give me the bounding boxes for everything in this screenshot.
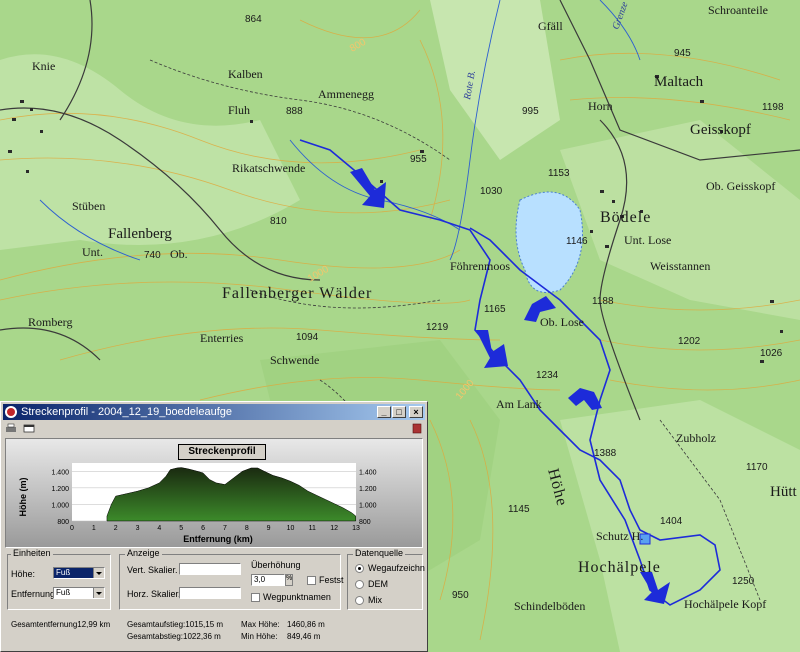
x-tick-label: 11 [309, 525, 316, 532]
einheiten-label: Einheiten [11, 548, 53, 558]
profile-panel: 1.400 1.200 1.000 800 1.400 1.200 1.000 800 0 1… [5, 438, 423, 548]
y-tick-label: 1.000 [51, 502, 69, 509]
x-tick-label: 13 [352, 525, 360, 532]
fest-checkbox[interactable] [307, 576, 316, 585]
y-tick-label: 1.400 [359, 469, 377, 476]
x-tick-label: 5 [179, 525, 183, 532]
y-tick-label: 800 [57, 519, 69, 526]
mix-label: Mix [368, 595, 382, 605]
chevron-down-icon[interactable] [93, 588, 104, 598]
vert-skalier-label: Vert. Skalier. [127, 565, 178, 575]
x-tick-label: 1 [92, 525, 96, 532]
vert-skalier-slider[interactable] [179, 563, 241, 575]
wegpunkt-checkbox[interactable] [251, 593, 260, 602]
datenquelle-label: Datenquelle [353, 548, 406, 558]
status-bar: Gesamtentfernung12,99 km Gesamtaufstieg:… [3, 612, 425, 650]
x-tick-label: 4 [157, 525, 161, 532]
hoehe-select[interactable]: Fuß [53, 567, 105, 579]
copy-icon[interactable] [23, 423, 35, 434]
percent-spin[interactable]: % [285, 574, 293, 586]
window-title: Streckenprofil - 2004_12_19_boedeleaufge [21, 406, 232, 418]
min-hoehe-value: 849,46 m [287, 632, 321, 641]
close-button[interactable]: × [409, 406, 423, 418]
x-tick-label: 8 [245, 525, 249, 532]
ueberhoehung-input[interactable]: 3,0 [251, 574, 285, 586]
mix-radio[interactable] [355, 596, 364, 605]
y-tick-label: 1.400 [51, 469, 69, 476]
x-axis-label: Entfernung (km) [183, 534, 253, 544]
toolbar [3, 422, 425, 436]
x-tick-label: 0 [70, 525, 74, 532]
chart-title: Streckenprofil [178, 444, 266, 460]
horz-skalier-label: Horz. Skalier. [127, 589, 181, 599]
dem-label: DEM [368, 579, 388, 589]
title-bar[interactable]: Streckenprofil - 2004_12_19_boedeleaufge… [3, 404, 425, 420]
fest-label: Festst [319, 575, 344, 585]
y-tick-label: 1.200 [51, 486, 69, 493]
anzeige-label: Anzeige [125, 548, 162, 558]
entfernung-select[interactable]: Fuß [53, 587, 105, 599]
x-tick-label: 10 [287, 525, 295, 532]
einheiten-group [7, 554, 111, 610]
book-icon[interactable] [411, 423, 423, 434]
y-axis-label: Höhe (m) [18, 478, 28, 517]
wegpunkt-label: Wegpunktnamen [263, 592, 331, 602]
dem-radio[interactable] [355, 580, 364, 589]
minimize-button[interactable]: _ [377, 406, 391, 418]
x-tick-label: 9 [267, 525, 271, 532]
gesamtentfernung-text: Gesamtentfernung12,99 km [11, 620, 111, 629]
wegaufzeichnung-label: Wegaufzeichn [368, 563, 425, 573]
app-icon [5, 406, 17, 418]
min-hoehe-label: Min Höhe: [241, 632, 278, 641]
profile-window[interactable]: Streckenprofil - 2004_12_19_boedeleaufge… [0, 401, 428, 652]
x-tick-label: 12 [330, 525, 338, 532]
y-tick-label: 800 [359, 519, 371, 526]
wegaufzeichnung-radio[interactable] [355, 564, 364, 573]
entfernung-label: Entfernung: [11, 589, 58, 599]
x-tick-label: 6 [201, 525, 205, 532]
print-icon[interactable] [5, 423, 17, 434]
horz-skalier-slider[interactable] [179, 587, 241, 599]
ueberhoehung-label: Überhöhung [251, 560, 301, 570]
y-tick-label: 1.000 [359, 502, 377, 509]
chevron-down-icon[interactable] [93, 568, 104, 578]
max-hoehe-label: Max Höhe: [241, 620, 280, 629]
hoehe-label: Höhe: [11, 569, 36, 579]
maximize-button[interactable]: □ [392, 406, 406, 418]
x-tick-label: 7 [223, 525, 227, 532]
x-tick-label: 3 [136, 525, 140, 532]
gesamtabstieg-text: Gesamtabstieg:1022,36 m [127, 632, 221, 641]
gesamtaufstieg-text: Gesamtaufstieg:1015,15 m [127, 620, 224, 629]
max-hoehe-value: 1460,86 m [287, 620, 325, 629]
y-tick-label: 1.200 [359, 486, 377, 493]
x-tick-label: 2 [114, 525, 118, 532]
